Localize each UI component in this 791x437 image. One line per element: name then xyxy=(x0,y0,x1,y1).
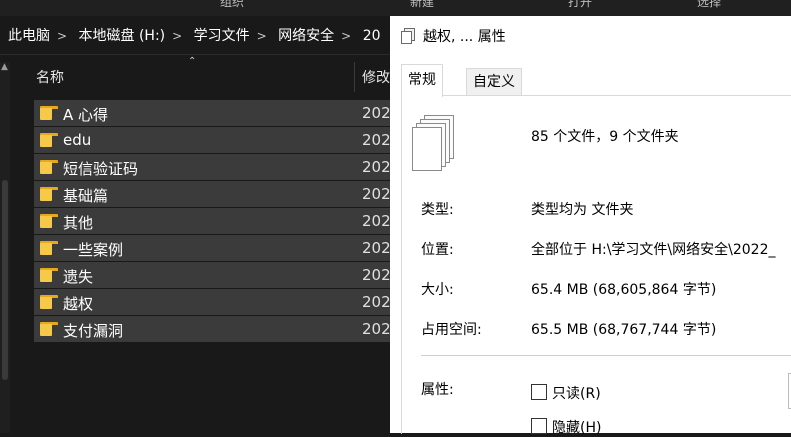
folder-icon xyxy=(40,133,58,147)
breadcrumb-separator[interactable]: > xyxy=(257,29,267,43)
item-date: 202 xyxy=(362,320,391,338)
address-bar[interactable]: 此电脑 > 本地磁盘 (H:) > 学习文件 > 网络安全 > 20 xyxy=(0,16,400,55)
disk-size-value: 65.5 MB (68,767,744 字节) xyxy=(531,322,717,338)
column-header-modified[interactable]: 修改 xyxy=(362,67,390,87)
list-item[interactable]: edu 202 xyxy=(34,127,391,153)
list-item[interactable]: 其他 202 xyxy=(34,208,391,234)
location-label: 位置: xyxy=(421,242,454,258)
tab-custom[interactable]: 自定义 xyxy=(466,68,522,96)
item-name: 越权 xyxy=(63,295,94,313)
item-name: 遗失 xyxy=(63,268,94,286)
dialog-title: 越权, ... 属性 xyxy=(423,29,506,45)
breadcrumb-separator[interactable]: > xyxy=(341,29,351,43)
ribbon-open[interactable]: 打开 xyxy=(568,0,592,10)
tab-general[interactable]: 常规 xyxy=(401,64,443,97)
file-list-header: ⌃ 名称 修改 xyxy=(10,56,390,92)
folder-icon xyxy=(40,214,58,228)
folder-icon xyxy=(40,187,58,201)
scroll-up-arrow-icon[interactable]: ▲ xyxy=(1,62,8,72)
folder-icon xyxy=(40,268,58,282)
file-list: A 心得 202 edu 202 短信验证码 202 基础篇 202 其他 20… xyxy=(34,100,391,343)
ribbon-new[interactable]: 新建 xyxy=(410,0,434,10)
item-date: 202 xyxy=(362,239,391,257)
disk-size-label: 占用空间: xyxy=(421,322,482,338)
folder-icon xyxy=(40,295,58,309)
size-value: 65.4 MB (68,605,864 字节) xyxy=(531,282,717,298)
list-item[interactable]: 支付漏洞 202 xyxy=(34,316,391,342)
list-item[interactable]: 一些案例 202 xyxy=(34,235,391,261)
folder-icon xyxy=(40,322,58,336)
item-date: 202 xyxy=(362,104,391,122)
divider xyxy=(421,355,791,356)
location-value: 全部位于 H:\学习文件\网络安全\2022_ xyxy=(531,242,776,258)
list-item[interactable]: 短信验证码 202 xyxy=(34,154,391,180)
item-date: 202 xyxy=(362,185,391,203)
attributes-label: 属性: xyxy=(421,382,454,398)
item-date: 202 xyxy=(362,212,391,230)
breadcrumb-separator[interactable]: > xyxy=(57,29,67,43)
type-value: 类型均为 文件夹 xyxy=(531,202,634,218)
dialog-tabs: 常规 自定义 xyxy=(390,56,791,97)
readonly-checkbox-label[interactable]: 只读(R) xyxy=(552,383,601,403)
size-label: 大小: xyxy=(421,282,454,298)
ribbon-organize[interactable]: 组织 xyxy=(220,0,244,10)
item-name: edu xyxy=(63,131,92,149)
breadcrumb-study-files[interactable]: 学习文件 xyxy=(194,28,250,44)
dialog-titlebar[interactable]: 越权, ... 属性 xyxy=(390,16,791,56)
item-name: 其他 xyxy=(63,214,94,232)
breadcrumb-this-pc[interactable]: 此电脑 xyxy=(8,28,50,44)
item-name: A 心得 xyxy=(63,106,109,124)
properties-dialog: 越权, ... 属性 常规 自定义 85 个文件，9 个文件夹 类型: 类型均为… xyxy=(390,16,791,436)
item-date: 202 xyxy=(362,293,391,311)
item-name: 支付漏洞 xyxy=(63,322,124,340)
column-header-name[interactable]: 名称 xyxy=(36,67,64,87)
folder-icon xyxy=(40,160,58,174)
scrollbar-thumb[interactable] xyxy=(2,180,8,380)
multiple-files-icon xyxy=(412,115,454,171)
list-item[interactable]: 越权 202 xyxy=(34,289,391,315)
selection-summary: 85 个文件，9 个文件夹 xyxy=(531,129,679,145)
breadcrumb: 此电脑 > 本地磁盘 (H:) > 学习文件 > 网络安全 > 20 xyxy=(8,25,381,45)
readonly-checkbox[interactable] xyxy=(531,384,547,400)
item-name: 基础篇 xyxy=(63,187,109,205)
ribbon-strip: 组织 新建 打开 选择 xyxy=(0,0,791,16)
vertical-scrollbar[interactable]: ▲ xyxy=(0,62,10,433)
list-item[interactable]: 遗失 202 xyxy=(34,262,391,288)
list-item[interactable]: A 心得 202 xyxy=(34,100,391,126)
item-name: 短信验证码 xyxy=(63,160,139,178)
item-date: 202 xyxy=(362,266,391,284)
breadcrumb-network-security[interactable]: 网络安全 xyxy=(278,28,334,44)
sort-ascending-icon: ⌃ xyxy=(188,56,197,67)
item-date: 202 xyxy=(362,131,391,149)
type-label: 类型: xyxy=(421,202,454,218)
hidden-checkbox-label[interactable]: 隐藏(H) xyxy=(552,417,601,437)
folder-icon xyxy=(40,106,58,120)
multiple-files-icon xyxy=(401,28,415,44)
breadcrumb-separator[interactable]: > xyxy=(172,29,182,43)
folder-icon xyxy=(40,241,58,255)
column-divider[interactable] xyxy=(354,62,355,92)
breadcrumb-current[interactable]: 20 xyxy=(363,28,381,44)
item-date: 202 xyxy=(362,158,391,176)
ribbon-select[interactable]: 选择 xyxy=(697,0,721,10)
list-item[interactable]: 基础篇 202 xyxy=(34,181,391,207)
breadcrumb-drive-h[interactable]: 本地磁盘 (H:) xyxy=(79,28,166,44)
hidden-checkbox[interactable] xyxy=(531,418,547,434)
item-name: 一些案例 xyxy=(63,241,124,259)
